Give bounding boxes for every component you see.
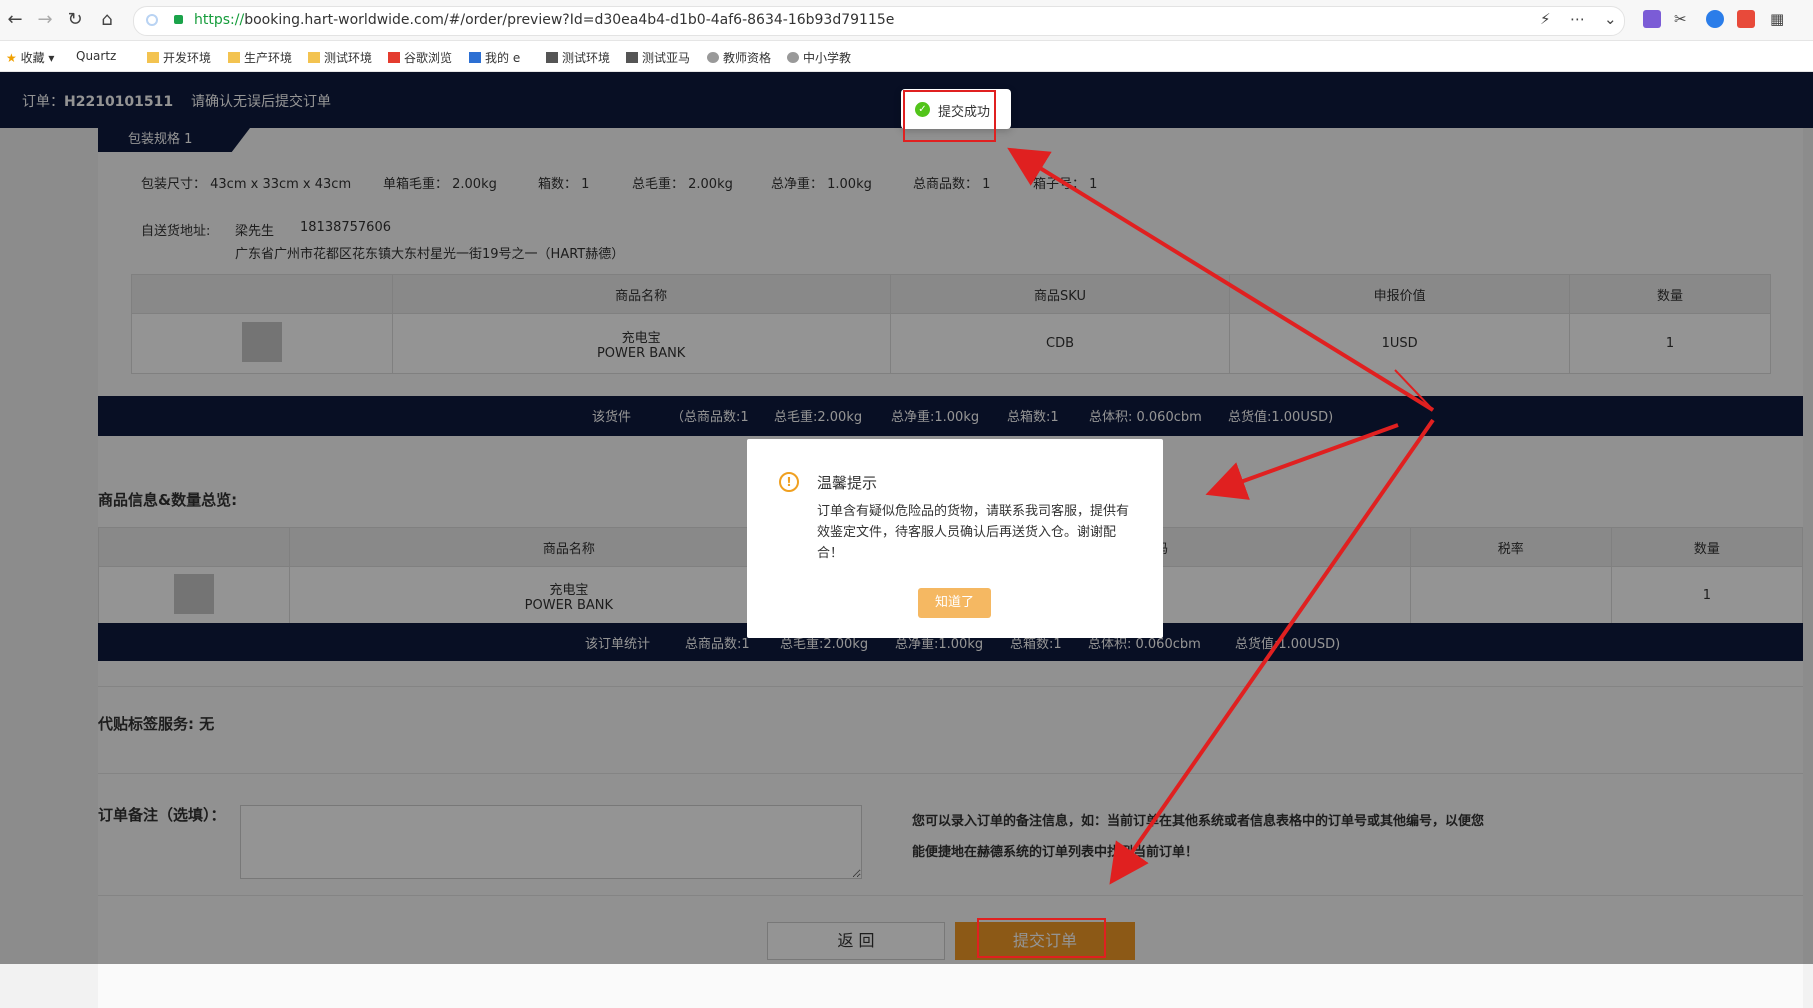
annotation-arrows bbox=[1007, 147, 1435, 885]
arrow-to-dialog bbox=[1205, 423, 1399, 500]
arrow-to-toast bbox=[1007, 147, 1435, 412]
arrow-to-submit bbox=[1109, 418, 1435, 885]
